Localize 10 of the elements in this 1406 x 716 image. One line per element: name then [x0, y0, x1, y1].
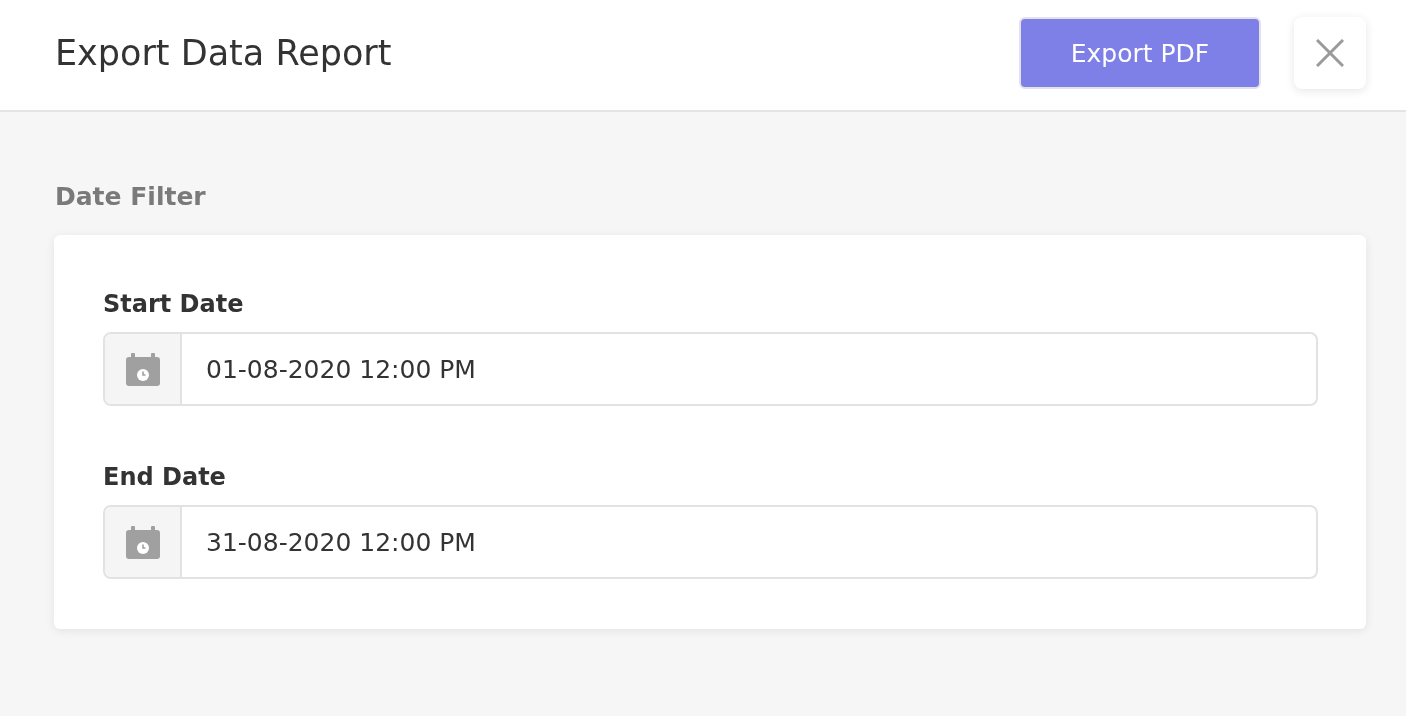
- calendar-clock-icon: [125, 525, 160, 559]
- close-button[interactable]: [1294, 17, 1366, 89]
- page-title: Export Data Report: [55, 33, 393, 73]
- calendar-clock-icon: [125, 352, 160, 386]
- field-label: Start Date: [103, 290, 245, 318]
- close-icon: [1316, 39, 1344, 67]
- field-label: End Date: [103, 463, 227, 491]
- section-heading: Date Filter: [55, 182, 207, 211]
- date-input-field[interactable]: 01-08-2020 12:00 PM: [103, 332, 1318, 406]
- date-input-field[interactable]: 31-08-2020 12:00 PM: [103, 505, 1318, 579]
